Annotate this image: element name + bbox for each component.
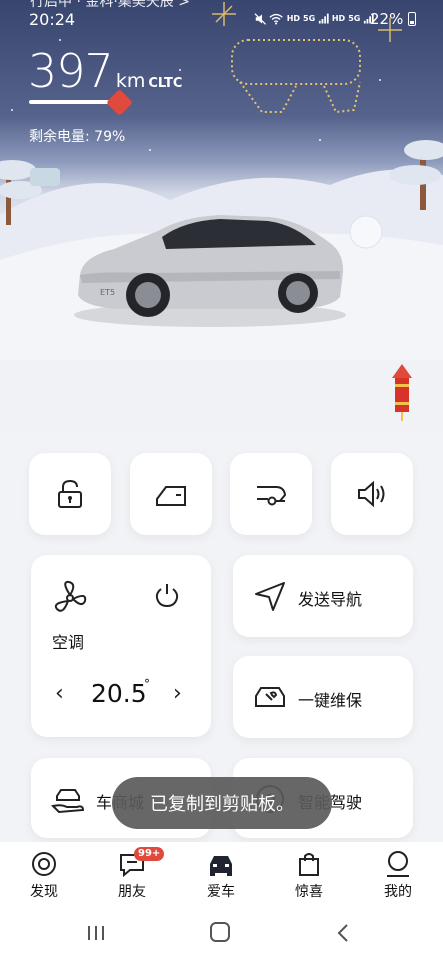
- status-time: 20:24: [29, 10, 76, 29]
- horn-button[interactable]: [331, 453, 413, 535]
- copied-toast: 已复制到剪贴板。: [112, 777, 332, 829]
- recent-apps-icon[interactable]: [86, 924, 106, 942]
- tab-mine-label: 我的: [384, 884, 412, 900]
- car-in-hand-icon: [51, 789, 85, 814]
- network-label-4: 5G: [348, 14, 361, 23]
- range-unit: km: [115, 70, 146, 92]
- maintenance-card[interactable]: 一键维保: [233, 656, 413, 738]
- back-icon[interactable]: [336, 923, 350, 943]
- car-door-icon: [156, 486, 186, 506]
- car-trunk-icon: [257, 486, 287, 506]
- door-button[interactable]: [130, 453, 212, 535]
- system-navigation-bar: [0, 908, 443, 960]
- temperature-value: 20.5: [91, 679, 147, 708]
- temp-increase-button[interactable]: ›: [173, 681, 182, 706]
- discover-icon: [32, 852, 56, 876]
- tab-friends[interactable]: 99+ 朋友: [102, 847, 165, 906]
- network-label-1: HD: [286, 14, 301, 23]
- padlock-icon: [58, 479, 82, 508]
- mute-icon: [254, 13, 267, 25]
- signal-icon: [319, 13, 329, 24]
- battery-remaining: 剩余电量: 79%: [29, 129, 126, 145]
- speaker-icon: [358, 480, 385, 508]
- network-label-2: 5G: [303, 14, 316, 23]
- battery-percentage: 22%: [370, 10, 404, 28]
- climate-card[interactable]: 空调 ‹ 20.5 ° ›: [31, 555, 211, 737]
- temp-decrease-button[interactable]: ‹: [55, 681, 64, 706]
- network-label-3: HD: [331, 14, 346, 23]
- temperature-degree: °: [144, 677, 150, 691]
- fan-icon: [54, 580, 87, 612]
- wifi-icon: [269, 13, 284, 25]
- range-bar: [29, 100, 119, 104]
- send-navigation-icon: [255, 582, 285, 611]
- trunk-button[interactable]: [230, 453, 312, 535]
- car-model-label: ET5: [100, 288, 115, 297]
- car-maintenance-icon: [255, 687, 285, 707]
- friends-badge: 99+: [134, 847, 165, 861]
- bottom-tab-bar: 发现 99+ 朋友 爱车 惊喜 我的: [0, 842, 443, 908]
- send-navigation-card[interactable]: 发送导航: [233, 555, 413, 637]
- car-icon: [210, 856, 232, 876]
- tab-car[interactable]: 爱车: [191, 850, 251, 906]
- battery-icon: [408, 12, 416, 26]
- climate-label: 空调: [52, 633, 85, 652]
- car-image[interactable]: ET5: [70, 205, 350, 330]
- tab-surprise[interactable]: 惊喜: [279, 850, 339, 906]
- tab-surprise-label: 惊喜: [295, 884, 323, 900]
- maintenance-label: 一键维保: [298, 691, 363, 710]
- range-display: 397 km CLTC: [28, 44, 182, 98]
- tab-car-label: 爱车: [207, 884, 235, 900]
- firecracker-icon[interactable]: [390, 364, 414, 422]
- range-value: 397: [28, 44, 114, 98]
- range-standard: CLTC: [148, 76, 183, 91]
- profile-icon: [387, 851, 409, 877]
- power-button[interactable]: [153, 581, 181, 609]
- shopping-bag-icon: [299, 853, 319, 876]
- lock-button[interactable]: [29, 453, 111, 535]
- home-button[interactable]: [210, 922, 230, 942]
- send-navigation-label: 发送导航: [298, 590, 363, 609]
- status-icons: HD 5G HD 5G: [254, 10, 374, 28]
- tab-friends-label: 朋友: [118, 884, 146, 900]
- hero-banner: 行启中 · 金科·集美天辰 > 20:24 HD 5G HD 5G 22% 39…: [0, 0, 443, 450]
- tab-mine[interactable]: 我的: [368, 850, 428, 906]
- tab-discover-label: 发现: [30, 884, 58, 900]
- status-bar: 行启中 · 金科·集美天辰 > 20:24 HD 5G HD 5G 22%: [0, 0, 443, 36]
- tab-discover[interactable]: 发现: [14, 850, 74, 906]
